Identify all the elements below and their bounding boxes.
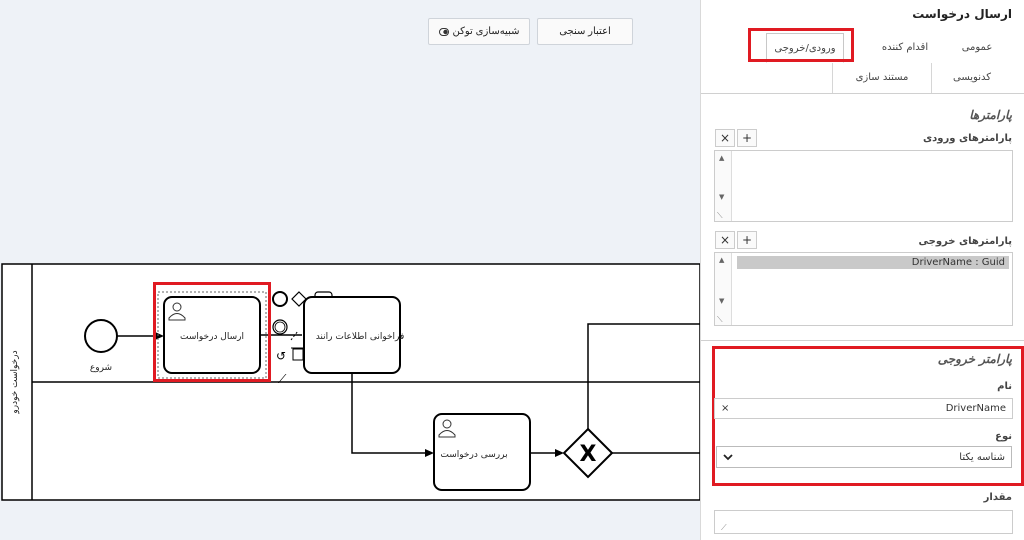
name-field[interactable]: × DriverName	[714, 398, 1013, 419]
tab-scripting[interactable]: کدنویسی	[932, 63, 1012, 93]
scrollbar[interactable]: ▲ ▼ ⟋	[715, 151, 732, 221]
start-event-label: شروع	[90, 363, 112, 373]
start-event[interactable]	[84, 319, 118, 353]
wrench-icon[interactable]: ⟋	[278, 372, 287, 386]
highlight-box-task	[153, 282, 271, 382]
remove-output-param-button[interactable]: ×	[715, 231, 735, 249]
bpmn-canvas[interactable]: اعتبار سنجی شبیه‌سازی توکن درخواست خودرو…	[0, 0, 700, 540]
properties-panel: ارسال درخواست عمومی اقدام کننده ورودی/خر…	[700, 0, 1024, 540]
add-output-param-button[interactable]: +	[737, 231, 757, 249]
trash-icon[interactable]	[291, 347, 305, 361]
task-review-request-label: بررسی درخواست	[440, 450, 507, 460]
lane-label: درخواست خودرو	[10, 350, 20, 414]
tab-documentation[interactable]: مستند سازی	[832, 63, 932, 93]
append-end-event-icon[interactable]	[272, 291, 288, 307]
list-item[interactable]: DriverName : Guid	[737, 256, 1009, 269]
clear-icon[interactable]: ×	[721, 403, 729, 414]
output-params-list[interactable]: ▲ ▼ ⟋ DriverName : Guid	[714, 252, 1013, 326]
task-fetch-driver-info-label: فراخوانی اطلاعات رانند	[316, 332, 405, 342]
type-value: شناسه یکتا	[959, 451, 1005, 463]
remove-input-param-button[interactable]: ×	[715, 129, 735, 147]
scrollbar[interactable]: ▲ ▼ ⟋	[715, 253, 732, 325]
type-label: نوع	[995, 431, 1012, 442]
tab-general[interactable]: عمومی	[952, 33, 1002, 63]
change-type-icon[interactable]: ↺	[276, 349, 286, 363]
add-input-param-button[interactable]: +	[737, 129, 757, 147]
input-params-label: پارامترهای ورودی	[922, 133, 1012, 144]
section-divider	[701, 340, 1024, 341]
gateway-x-symbol: X	[580, 442, 597, 467]
name-value: DriverName	[945, 403, 1006, 414]
params-section-title: پارامترها	[969, 108, 1012, 122]
output-params-label: پارامترهای خروجی	[918, 236, 1013, 247]
highlight-box-tab	[748, 28, 854, 62]
validate-button[interactable]: اعتبار سنجی	[537, 18, 633, 45]
tabs-divider	[701, 93, 1024, 94]
toggle-icon	[438, 27, 449, 36]
process-diagram: درخواست خودرو شروع ارسال درخواست ↺ ⌐ ⟋	[1, 263, 700, 501]
output-param-section-title: پارامتر خروجی	[937, 352, 1012, 366]
token-simulation-button[interactable]: شبیه‌سازی توکن	[428, 18, 530, 45]
value-field[interactable]: ⟋	[714, 510, 1013, 534]
panel-title: ارسال درخواست	[912, 7, 1012, 21]
name-label: نام	[997, 381, 1012, 392]
input-params-list[interactable]: ▲ ▼ ⟋	[714, 150, 1013, 222]
type-select[interactable]: شناسه یکتا	[716, 446, 1012, 468]
tab-initiator[interactable]: اقدام کننده	[870, 33, 940, 63]
resize-handle-icon[interactable]: ⟋	[721, 523, 727, 533]
chevron-down-icon	[723, 454, 733, 461]
value-label: مقدار	[983, 492, 1012, 503]
